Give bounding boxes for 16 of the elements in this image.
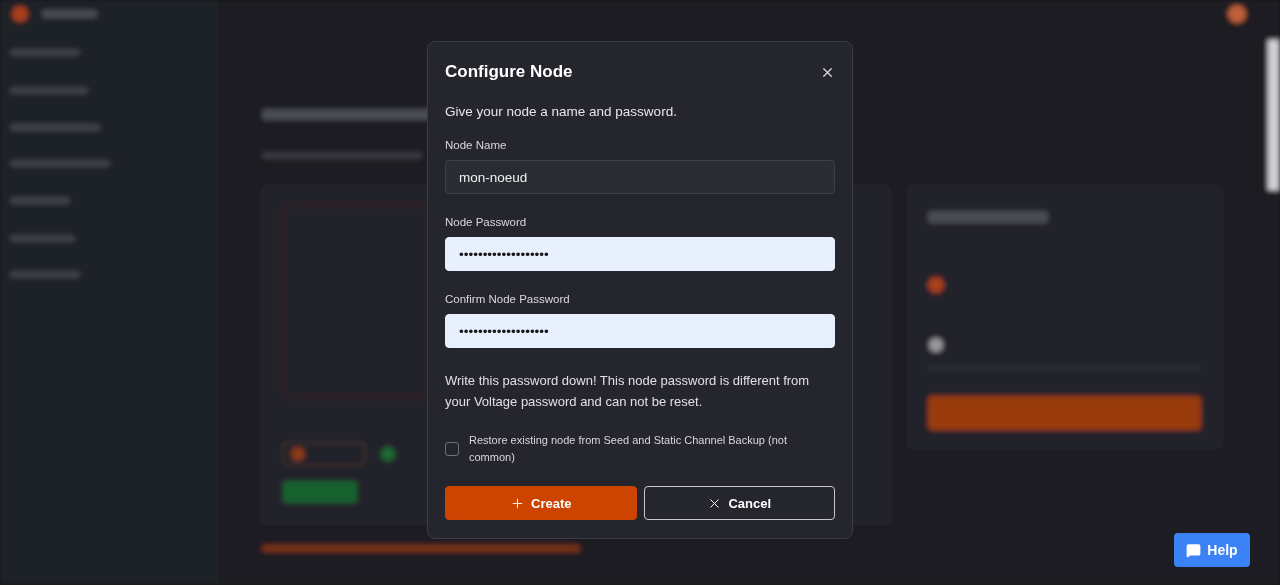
chat-icon [1186,542,1202,558]
input-field[interactable]: mon-noeud [445,160,835,194]
dialog-subtitle: Give your node a name and password. [445,104,678,119]
plus-icon [510,495,525,511]
restore-checkbox[interactable] [445,442,459,456]
field-label: Confirm Node Password [445,293,571,305]
cancel-button[interactable]: Cancel [643,486,835,520]
field-label: Node Name [445,139,508,151]
input-field[interactable]: ••••••••••••••••••• [445,237,835,271]
warning-text: Write this password down! This node password is different from your Voltage password and can not be reset. [445,372,811,411]
dialog-title: Configure Node [445,62,573,82]
create-button[interactable]: Create [445,486,637,520]
input-field[interactable]: ••••••••••••••••••• [445,314,835,348]
field-label: Node Password [445,216,528,228]
help-button[interactable]: Help [1174,533,1250,567]
checkbox-label: Restore existing node from Seed and Static Channel Backup (not common) [469,433,788,465]
